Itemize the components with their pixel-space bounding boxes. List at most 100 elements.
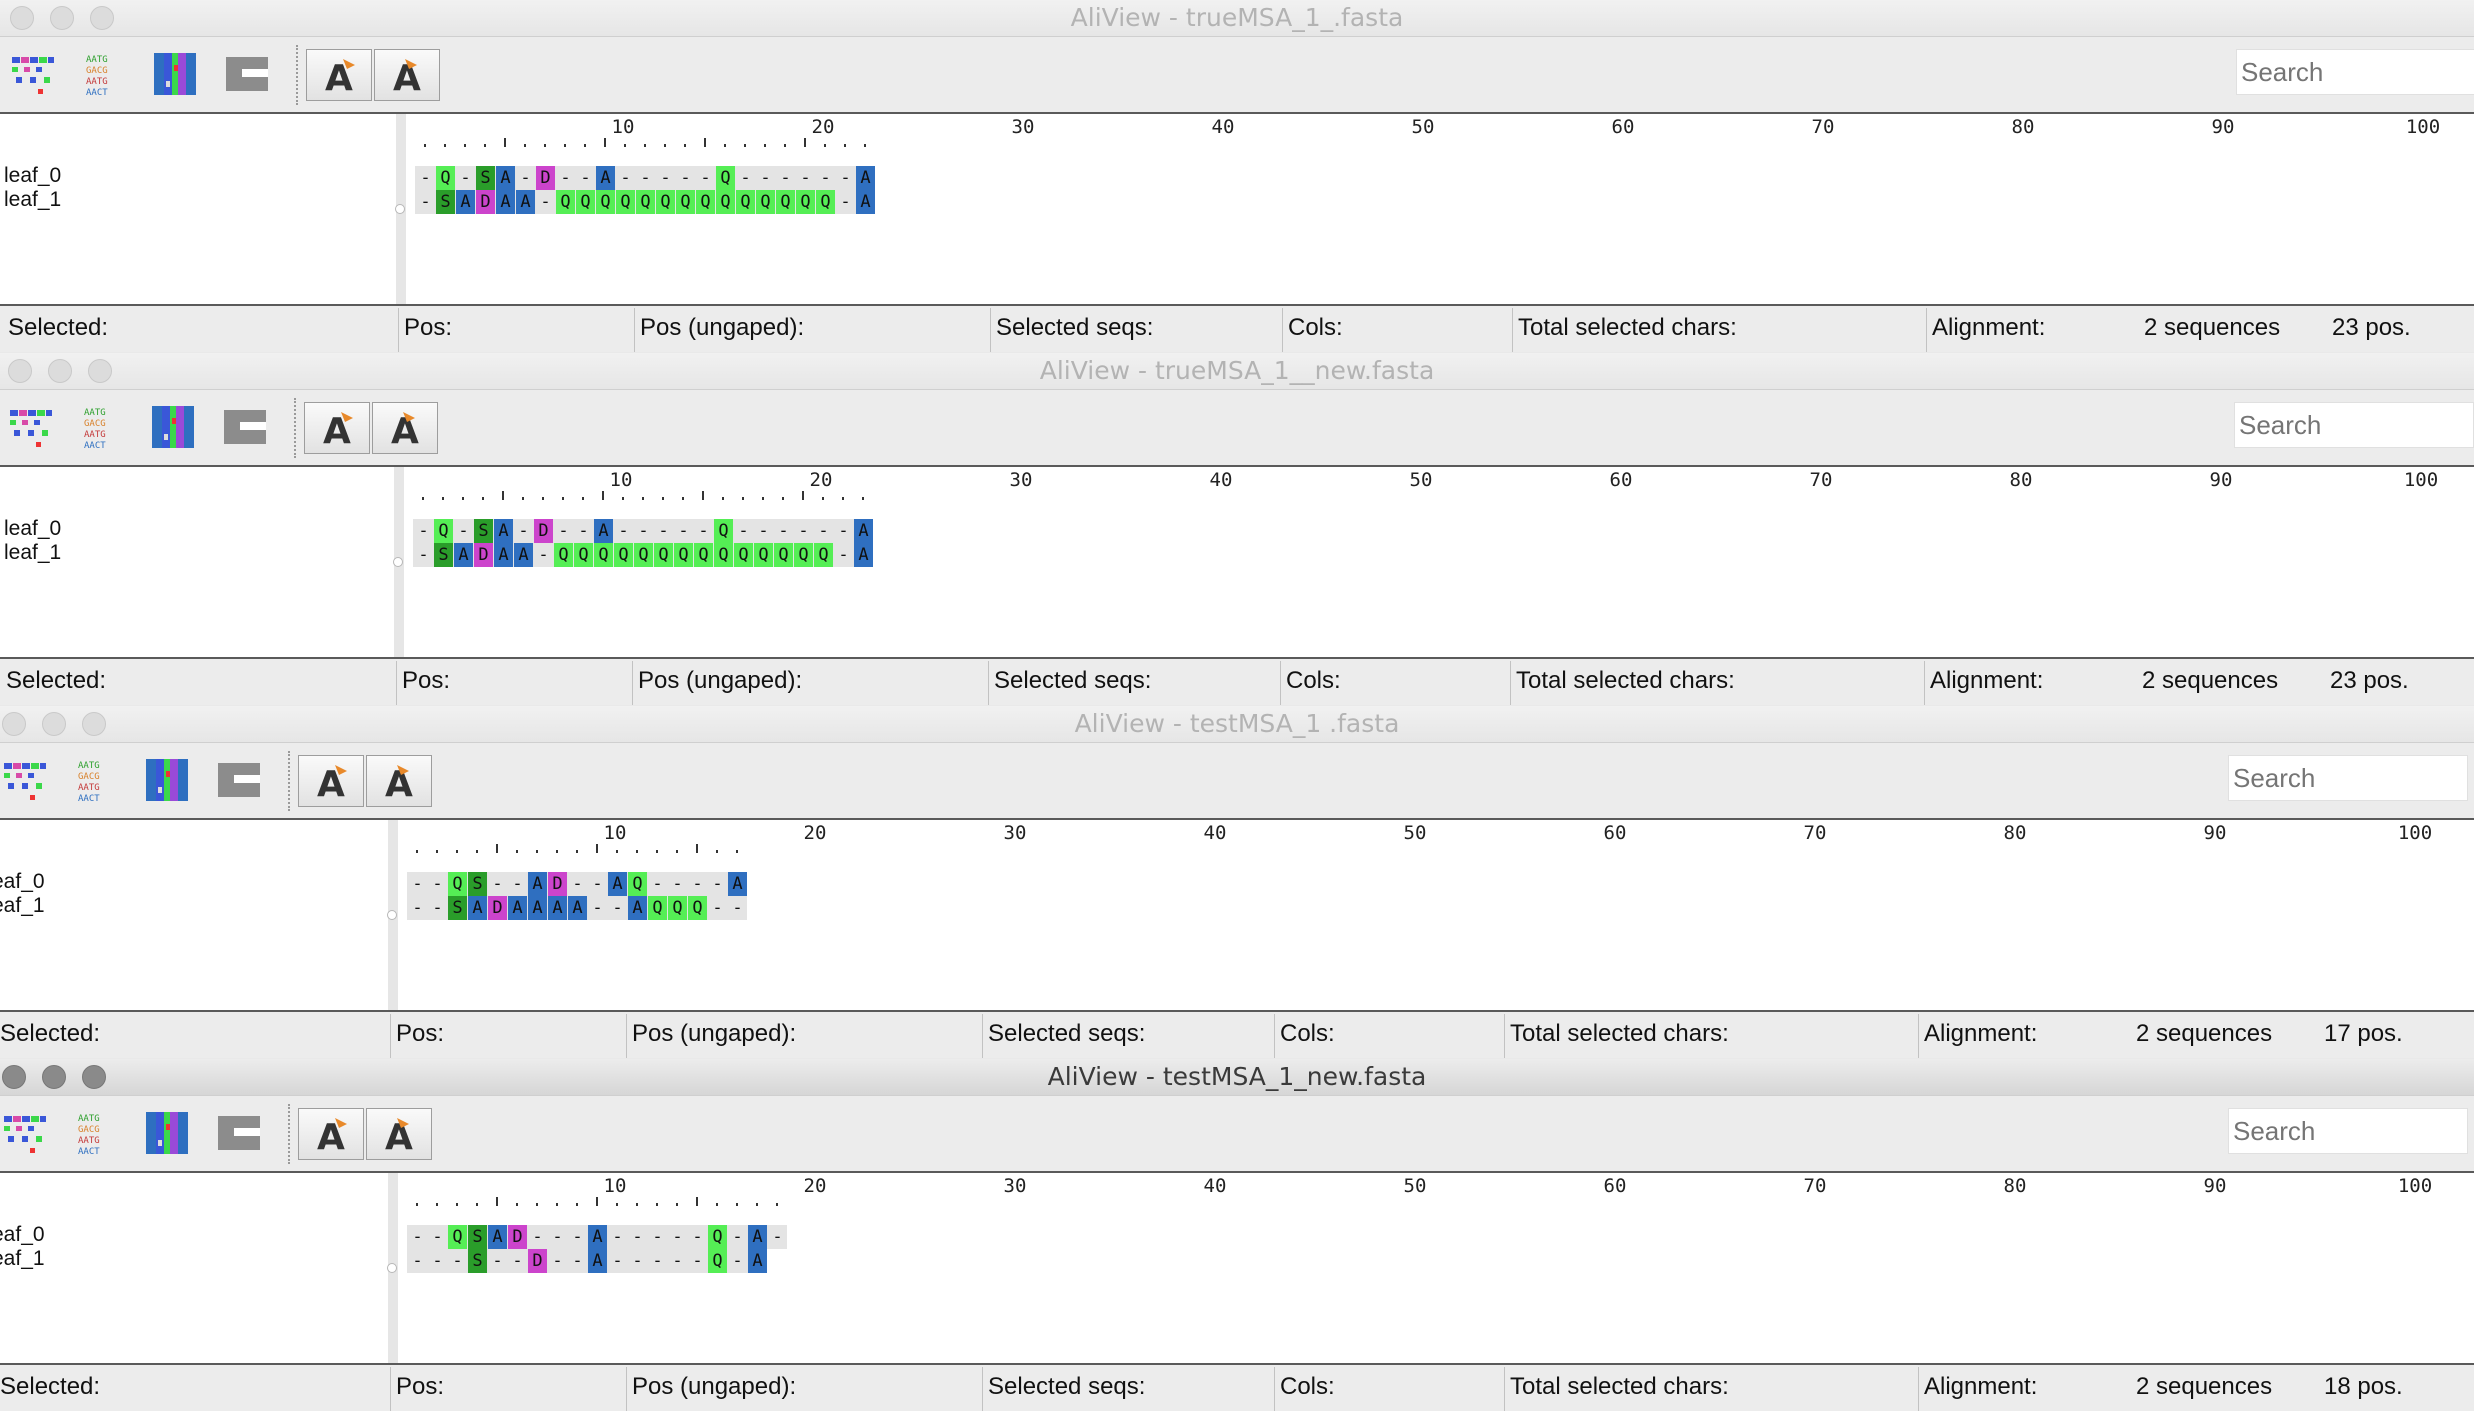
residue-cell[interactable]: Q bbox=[596, 190, 615, 214]
residue-cell[interactable]: A bbox=[456, 190, 475, 214]
residue-cell[interactable]: - bbox=[736, 166, 755, 190]
residue-cell[interactable]: - bbox=[568, 872, 587, 896]
residue-cell[interactable]: - bbox=[776, 166, 795, 190]
residue-cell[interactable]: A bbox=[528, 896, 547, 920]
residue-cell[interactable]: Q bbox=[814, 543, 833, 567]
residue-cell[interactable]: A bbox=[588, 1225, 607, 1249]
sequence-name[interactable]: leaf_1 bbox=[4, 541, 61, 565]
title-bar[interactable]: AliView - trueMSA_1_.fasta bbox=[0, 0, 2474, 37]
title-bar[interactable]: AliView - testMSA_1_new.fasta bbox=[0, 1059, 2474, 1096]
residue-cell[interactable]: Q bbox=[628, 872, 647, 896]
residue-cell[interactable]: - bbox=[456, 166, 475, 190]
residue-cell[interactable]: - bbox=[556, 166, 575, 190]
residue-cell[interactable]: - bbox=[708, 896, 727, 920]
residue-cell[interactable]: - bbox=[728, 1249, 747, 1273]
residue-cell[interactable]: D bbox=[508, 1225, 527, 1249]
residue-cell[interactable]: S bbox=[468, 872, 487, 896]
residue-cell[interactable]: - bbox=[488, 1249, 507, 1273]
residue-cell[interactable]: S bbox=[434, 543, 453, 567]
translation-view-icon[interactable] bbox=[8, 404, 54, 450]
residue-cell[interactable]: - bbox=[674, 519, 693, 543]
residue-cell[interactable]: A bbox=[454, 543, 473, 567]
residue-cell[interactable]: - bbox=[428, 1225, 447, 1249]
residue-cell[interactable]: - bbox=[416, 166, 435, 190]
residue-cell[interactable]: - bbox=[728, 896, 747, 920]
title-bar[interactable]: AliView - testMSA_1 .fasta bbox=[0, 706, 2474, 743]
residue-cell[interactable]: A bbox=[488, 1225, 507, 1249]
color-scheme-icon[interactable] bbox=[144, 757, 190, 803]
residue-cell[interactable]: Q bbox=[634, 543, 653, 567]
residue-cell[interactable]: A bbox=[854, 543, 873, 567]
search-input[interactable] bbox=[2236, 49, 2474, 95]
residue-cell[interactable]: Q bbox=[648, 896, 667, 920]
residue-cell[interactable]: Q bbox=[714, 519, 733, 543]
translation-view-icon[interactable] bbox=[2, 757, 48, 803]
residue-cell[interactable]: - bbox=[756, 166, 775, 190]
residue-cell[interactable]: - bbox=[836, 190, 855, 214]
residue-cell[interactable]: - bbox=[516, 166, 535, 190]
residue-cell[interactable]: - bbox=[416, 190, 435, 214]
residue-cell[interactable]: - bbox=[836, 166, 855, 190]
residue-cell[interactable]: D bbox=[488, 896, 507, 920]
residue-cell[interactable]: D bbox=[476, 190, 495, 214]
residue-cell[interactable]: Q bbox=[774, 543, 793, 567]
sequence-name[interactable]: leaf_1 bbox=[4, 188, 61, 212]
residue-cell[interactable]: Q bbox=[708, 1225, 727, 1249]
residue-cell[interactable]: A bbox=[508, 896, 527, 920]
nucleotide-view-icon[interactable]: AATG GACG AATG AACT bbox=[80, 404, 126, 451]
residue-cell[interactable]: Q bbox=[654, 543, 673, 567]
residue-cell[interactable]: A bbox=[854, 519, 873, 543]
residue-cell[interactable]: - bbox=[628, 1249, 647, 1273]
residue-cell[interactable]: Q bbox=[734, 543, 753, 567]
nucleotide-view-icon[interactable]: AATG GACG AATG AACT bbox=[74, 1110, 120, 1157]
residue-cell[interactable]: - bbox=[414, 543, 433, 567]
residue-cell[interactable]: A bbox=[588, 1249, 607, 1273]
residue-cell[interactable]: Q bbox=[796, 190, 815, 214]
residue-cell[interactable]: A bbox=[496, 190, 515, 214]
residue-cell[interactable]: - bbox=[408, 1225, 427, 1249]
residue-cell[interactable]: - bbox=[454, 519, 473, 543]
residue-cell[interactable]: - bbox=[568, 1249, 587, 1273]
residue-cell[interactable]: A bbox=[856, 166, 875, 190]
residue-cell[interactable]: Q bbox=[574, 543, 593, 567]
residue-cell[interactable]: A bbox=[728, 872, 747, 896]
residue-cell[interactable]: - bbox=[628, 1225, 647, 1249]
residue-cell[interactable]: - bbox=[574, 519, 593, 543]
title-bar[interactable]: AliView - trueMSA_1__new.fasta bbox=[0, 353, 2474, 390]
residue-cell[interactable]: - bbox=[696, 166, 715, 190]
residue-cell[interactable]: A bbox=[628, 896, 647, 920]
residue-cell[interactable]: A bbox=[748, 1249, 767, 1273]
residue-cell[interactable]: A bbox=[594, 519, 613, 543]
residue-cell[interactable]: - bbox=[428, 896, 447, 920]
font-increase-button[interactable]: A bbox=[366, 755, 432, 807]
residue-cell[interactable]: - bbox=[814, 519, 833, 543]
residue-cell[interactable]: - bbox=[548, 1225, 567, 1249]
residue-cell[interactable]: S bbox=[436, 190, 455, 214]
sequence-name[interactable]: eaf_0 bbox=[0, 1223, 45, 1247]
residue-cell[interactable]: A bbox=[748, 1225, 767, 1249]
translation-view-icon[interactable] bbox=[2, 1110, 48, 1156]
font-increase-button[interactable]: A bbox=[366, 1108, 432, 1160]
residue-cell[interactable]: S bbox=[468, 1225, 487, 1249]
residue-cell[interactable]: A bbox=[856, 190, 875, 214]
residue-cell[interactable]: A bbox=[494, 543, 513, 567]
residue-cell[interactable]: - bbox=[608, 1225, 627, 1249]
residue-cell[interactable]: Q bbox=[594, 543, 613, 567]
sequence-name[interactable]: leaf_0 bbox=[4, 164, 61, 188]
residue-cell[interactable]: D bbox=[534, 519, 553, 543]
residue-cell[interactable]: - bbox=[408, 872, 427, 896]
residue-cell[interactable]: - bbox=[796, 166, 815, 190]
residue-cell[interactable]: - bbox=[588, 896, 607, 920]
residue-cell[interactable]: - bbox=[648, 1249, 667, 1273]
residue-cell[interactable]: - bbox=[608, 896, 627, 920]
residue-cell[interactable]: S bbox=[474, 519, 493, 543]
residue-cell[interactable]: - bbox=[688, 872, 707, 896]
residue-cell[interactable]: A bbox=[548, 896, 567, 920]
residue-cell[interactable]: - bbox=[768, 1225, 787, 1249]
residue-cell[interactable]: S bbox=[476, 166, 495, 190]
search-input[interactable] bbox=[2234, 402, 2474, 448]
residue-cell[interactable]: - bbox=[508, 872, 527, 896]
residue-cell[interactable]: Q bbox=[674, 543, 693, 567]
font-decrease-button[interactable]: A bbox=[298, 1108, 364, 1160]
residue-cell[interactable]: A bbox=[516, 190, 535, 214]
